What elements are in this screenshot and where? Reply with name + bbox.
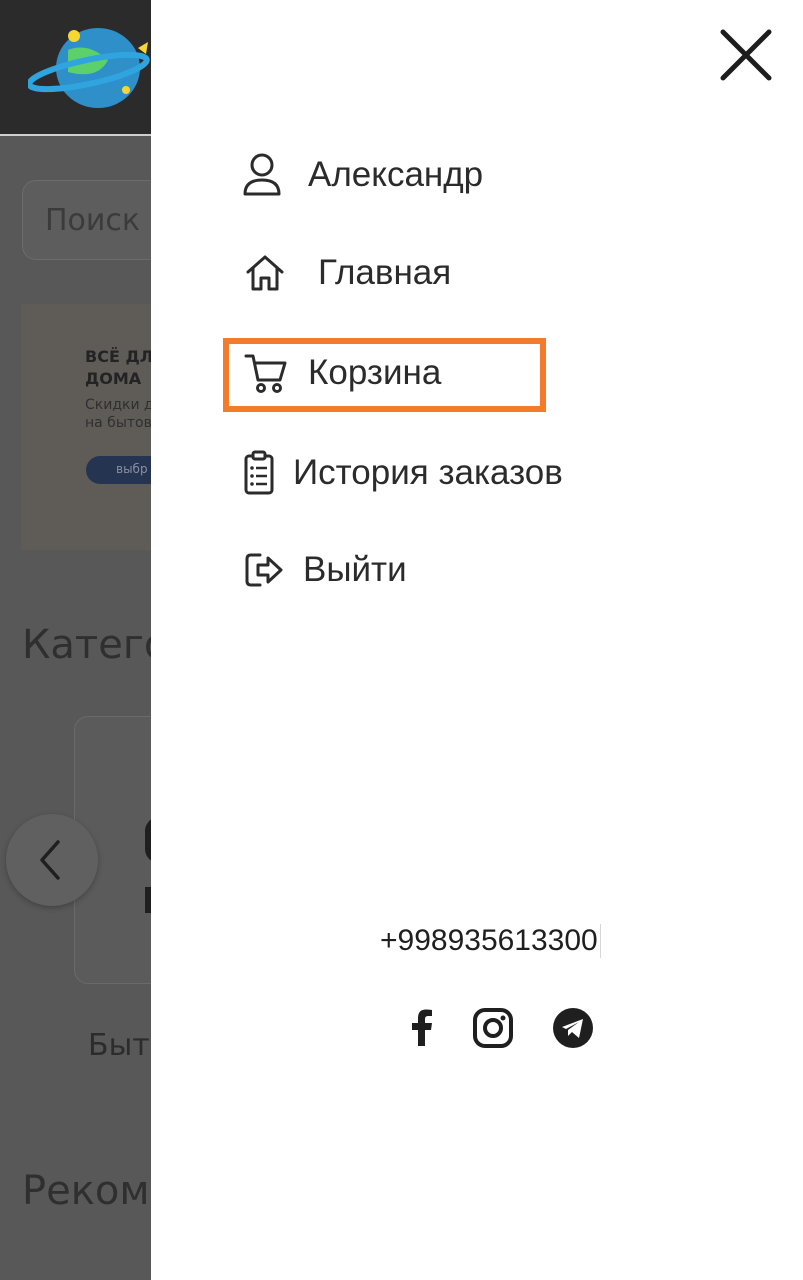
telegram-link[interactable] [551,1006,595,1050]
cart-icon [244,354,287,393]
category-label: Быт [88,1028,150,1063]
search-input[interactable]: Поиск [22,180,151,260]
header [0,0,151,136]
contact-phone[interactable]: +998935613300 [380,924,601,958]
close-icon [720,29,772,81]
carousel-prev-button[interactable] [6,814,98,906]
promo-banner[interactable]: ВСЁ ДЛ ДОМА Скидки д на бытову выбр [21,304,151,550]
menu-item-order-history[interactable]: История заказов [244,450,563,496]
menu-item-label: Александр [308,155,484,194]
clipboard-icon [244,450,274,495]
menu-item-profile[interactable]: Александр [242,152,483,198]
banner-button[interactable]: выбр [86,456,151,484]
background-page: Поиск ВСЁ ДЛ ДОМА Скидки д на бытову выб… [0,0,151,1280]
menu-item-label: Главная [318,253,452,292]
planet-logo-icon [28,28,150,108]
user-icon [243,153,281,196]
categories-heading: Катего [22,622,151,668]
menu-item-label: История заказов [293,453,563,492]
chevron-left-icon [40,840,60,880]
telegram-icon [553,1008,593,1048]
menu-item-cart[interactable]: Корзина [244,352,441,394]
banner-subtitle: Скидки д на бытову [85,397,151,431]
menu-item-label: Корзина [308,353,442,392]
side-menu-drawer: Александр Главная Корзина История заказо… [151,0,803,1280]
close-button[interactable] [717,26,775,84]
search-placeholder: Поиск [45,203,141,238]
instagram-icon [473,1008,513,1048]
menu-item-logout[interactable]: Выйти [244,550,407,590]
instagram-link[interactable] [471,1006,515,1050]
facebook-icon [412,1009,432,1046]
recommended-heading: Реком [22,1168,150,1214]
facebook-link[interactable] [401,1006,445,1050]
logout-icon [245,553,283,587]
home-icon [246,255,284,291]
banner-title: ВСЁ ДЛ ДОМА [85,347,151,388]
menu-item-home[interactable]: Главная [244,252,451,294]
menu-item-label: Выйти [303,550,407,589]
